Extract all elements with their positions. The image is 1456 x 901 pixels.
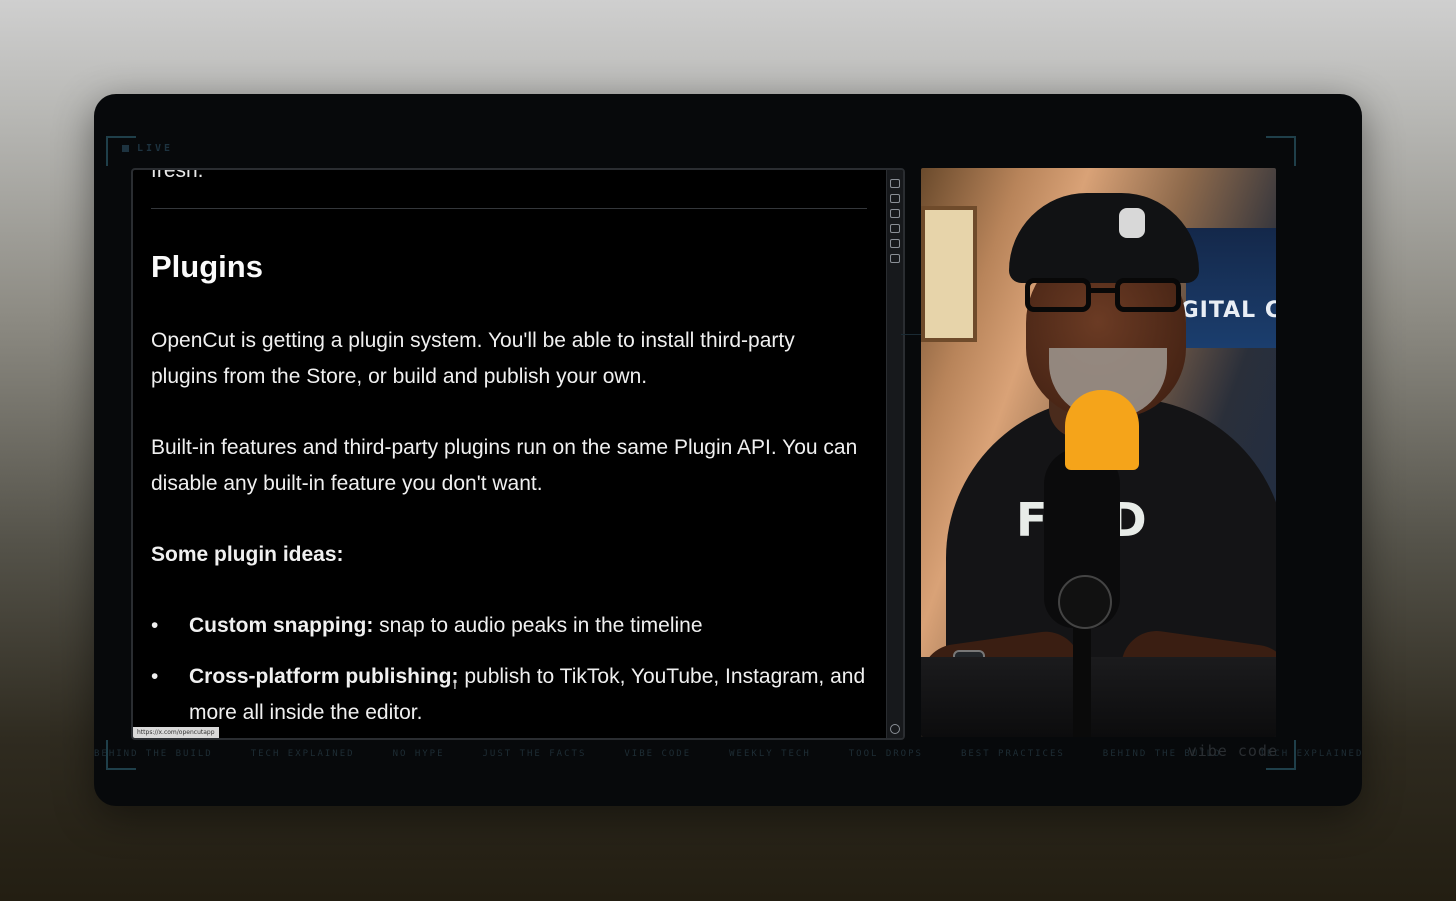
ticker-item: NO HYPE: [392, 749, 445, 759]
section-heading: Plugins: [151, 249, 263, 284]
baseball-cap: [1009, 193, 1199, 283]
stream-frame: LIVE fresh. Plugins OpenCut is getting a…: [94, 94, 1362, 806]
bullet-icon: •: [151, 614, 159, 637]
cap-logo-icon: [1119, 208, 1145, 238]
gear-icon[interactable]: [890, 724, 900, 734]
side-toolbar: [886, 170, 903, 738]
plugin-ideas-list: • Custom snapping: snap to audio peaks in…: [151, 608, 871, 731]
webcam-feed: GITAL C FO D: [921, 168, 1276, 737]
tool-icon[interactable]: [890, 194, 900, 203]
ticker-item: TECH EXPLAINED: [250, 749, 355, 759]
ticker-item: BEST PRACTICES: [960, 749, 1065, 759]
list-item: • Cross-platform publishing: publish to T…: [151, 659, 869, 731]
live-dot-icon: [122, 144, 129, 152]
ticker-item: TOOL DROPS: [848, 749, 923, 759]
wall-frame: [921, 206, 977, 342]
glasses-bridge: [1089, 288, 1117, 293]
ideas-heading: Some plugin ideas:: [151, 543, 344, 566]
microphone-foam: [1065, 390, 1139, 470]
paragraph-api: Built-in features and third-party plugin…: [151, 436, 858, 495]
glasses-lens: [1025, 278, 1091, 312]
corner-bracket: [1266, 136, 1296, 166]
ticker-bar: BEHIND THE BUILD TECH EXPLAINED NO HYPE JUS…: [94, 749, 1362, 763]
background-sign: [1186, 228, 1276, 348]
text-cursor-icon: I: [453, 676, 457, 692]
previous-text-fragment: fresh.: [151, 168, 204, 182]
background-sign-text: GITAL C: [1180, 298, 1276, 323]
list-item: • Custom snapping: snap to audio peaks in…: [151, 608, 869, 644]
tool-icon[interactable]: [890, 209, 900, 218]
glasses: [1025, 278, 1187, 314]
document-panel[interactable]: fresh. Plugins OpenCut is getting a plug…: [131, 168, 905, 740]
mic-stand: [1073, 628, 1091, 737]
tool-icon[interactable]: [890, 239, 900, 248]
glasses-lens: [1115, 278, 1181, 312]
document-content: fresh. Plugins OpenCut is getting a plug…: [151, 168, 871, 738]
list-item-title: Cross-platform publishing:: [189, 665, 459, 688]
ticker-item: BEHIND THE BUILD: [94, 749, 213, 759]
bullet-icon: •: [151, 665, 159, 688]
tool-icon[interactable]: [890, 179, 900, 188]
live-indicator: LIVE: [122, 143, 173, 154]
ticker-item: JUST THE FACTS: [482, 749, 587, 759]
link-status-url: https://x.com/opencutapp: [133, 727, 219, 738]
desk: [921, 657, 1276, 737]
list-item-text: snap to audio peaks in the timeline: [373, 614, 703, 637]
ticker-item: WEEKLY TECH: [729, 749, 811, 759]
ticker-item: VIBE CODE: [624, 749, 692, 759]
add-icon[interactable]: [890, 254, 900, 263]
list-item-title: Custom snapping:: [189, 614, 374, 637]
microphone-logo-icon: [1058, 575, 1112, 629]
section-divider: [151, 208, 867, 209]
live-label: LIVE: [137, 143, 174, 154]
paragraph-intro: OpenCut is getting a plugin system. You'…: [151, 329, 795, 388]
watermark: vibe code: [1187, 742, 1278, 760]
tool-icon[interactable]: [890, 224, 900, 233]
connector-line: [901, 334, 921, 335]
